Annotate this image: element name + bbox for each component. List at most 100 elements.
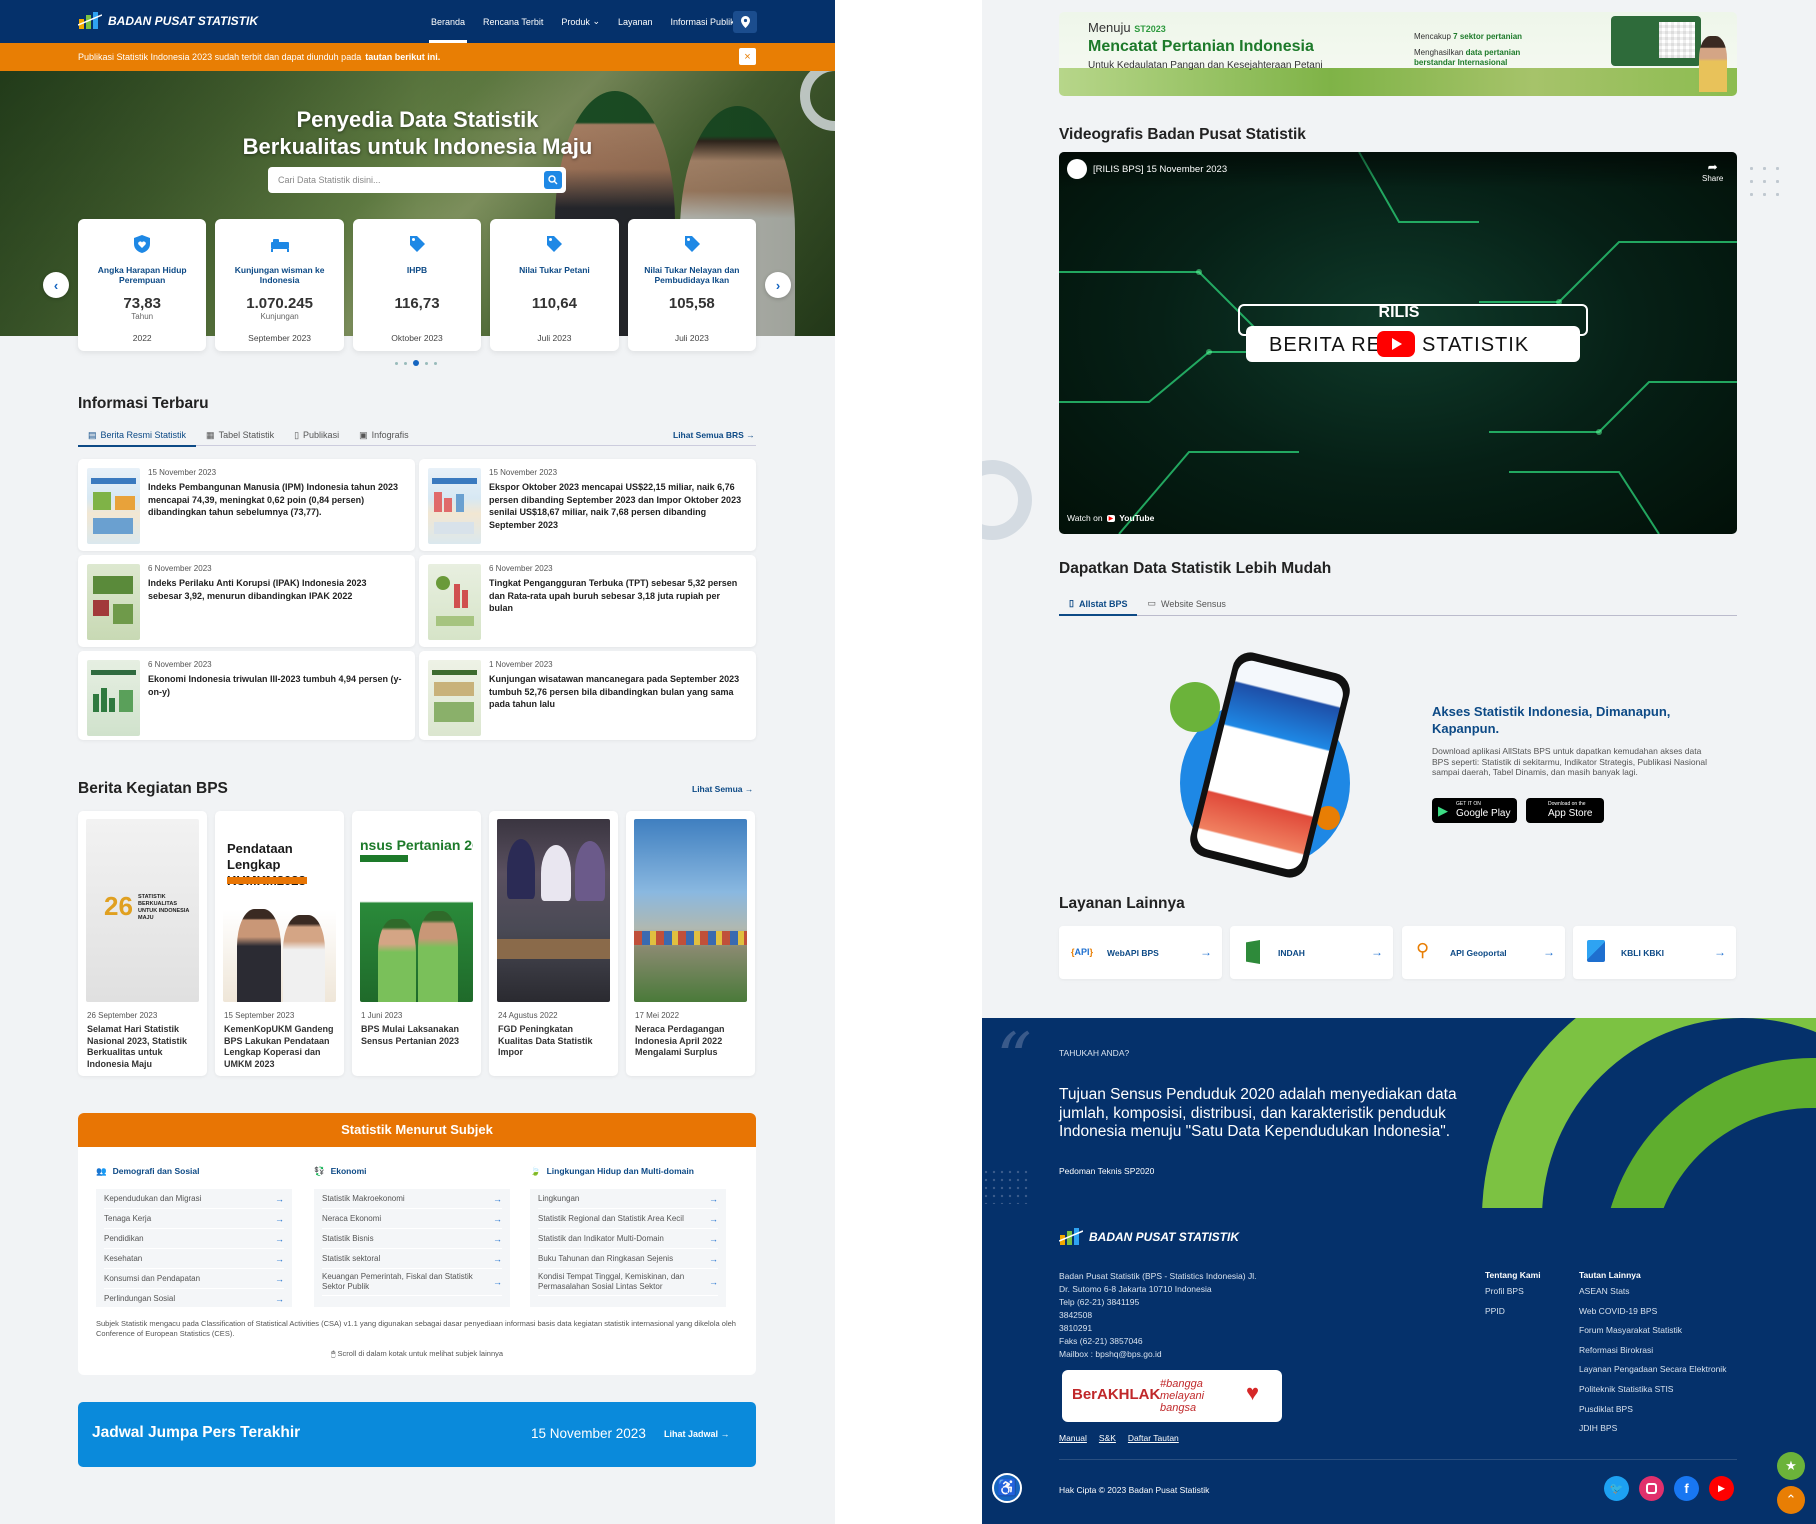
tab-allstat[interactable]: ▯ Allstat BPS <box>1059 592 1138 616</box>
news-card[interactable]: 15 November 2023 Indeks Pembangunan Manu… <box>78 459 415 551</box>
carousel-dot[interactable] <box>395 361 398 365</box>
footer-link[interactable]: Reformasi Birokrasi <box>1579 1341 1726 1361</box>
footer-link[interactable]: ASEAN Stats <box>1579 1282 1726 1302</box>
channel-avatar[interactable] <box>1067 159 1087 179</box>
daftar-tautan-link[interactable]: Daftar Tautan <box>1128 1433 1179 1443</box>
feedback-button[interactable]: ★ <box>1777 1452 1805 1480</box>
news-card[interactable]: 6 November 2023 Tingkat Pengangguran Ter… <box>419 555 756 647</box>
carousel-dot[interactable] <box>434 361 437 365</box>
youtube-play-button[interactable] <box>1377 331 1415 357</box>
indicator-title: Nilai Tukar Petani <box>519 265 590 275</box>
subjek-item[interactable]: Statistik Regional dan Statistik Area Ke… <box>538 1209 718 1229</box>
manual-link[interactable]: Manual <box>1059 1433 1087 1443</box>
subjek-item[interactable]: Buku Tahunan dan Ringkasan Sejenis → <box>538 1249 718 1269</box>
nav-produk[interactable]: Produk ⌄ <box>561 0 600 43</box>
footer-link[interactable]: Web COVID-19 BPS <box>1579 1302 1726 1322</box>
carousel-next-button[interactable]: › <box>765 272 791 298</box>
news-card[interactable]: 6 November 2023 Indeks Perilaku Anti Kor… <box>78 555 415 647</box>
indicator-card[interactable]: Nilai Tukar Petani 110,64 Juli 2023 <box>490 219 619 351</box>
kegiatan-card[interactable]: 24 Agustus 2022 FGD Peningkatan Kualitas… <box>489 811 618 1076</box>
accessibility-button[interactable]: ♿ <box>992 1473 1022 1503</box>
footer-link[interactable]: Layanan Pengadaan Secara Elektronik <box>1579 1360 1726 1380</box>
subjek-item[interactable]: Lingkungan → <box>538 1189 718 1209</box>
tab-tabel-statistik[interactable]: ▦ Tabel Statistik <box>196 424 284 446</box>
sensus-pertanian-banner[interactable]: Menuju ST2023 Mencatat Pertanian Indones… <box>1059 12 1737 96</box>
app-store-button[interactable]: Download on the App Store <box>1526 798 1604 823</box>
news-card[interactable]: 1 November 2023 Kunjungan wisatawan manc… <box>419 651 756 740</box>
tab-infografis[interactable]: ▣ Infografis <box>349 424 419 446</box>
kegiatan-card[interactable]: 17 Mei 2022 Neraca Perdagangan Indonesia… <box>626 811 755 1076</box>
subjek-item[interactable]: Kondisi Tempat Tinggal, Kemiskinan, dan … <box>538 1269 718 1296</box>
nav-rencana-terbit[interactable]: Rencana Terbit <box>483 0 543 43</box>
footer-link[interactable]: Forum Masyarakat Statistik <box>1579 1321 1726 1341</box>
tab-website-sensus[interactable]: ▭ Website Sensus <box>1137 592 1235 615</box>
watch-on-youtube[interactable]: Watch on ▶ YouTube <box>1067 513 1154 523</box>
subjek-item[interactable]: Pendidikan → <box>104 1229 284 1249</box>
footer-link[interactable]: PPID <box>1485 1302 1524 1322</box>
footer-logo[interactable]: BADAN PUSAT STATISTIK <box>1059 1227 1239 1247</box>
carousel-dot[interactable] <box>404 361 407 365</box>
subjek-item[interactable]: Neraca Ekonomi → <box>322 1209 502 1229</box>
indicator-card[interactable]: Kunjungan wisman ke Indonesia 1.070.245 … <box>215 219 344 351</box>
subjek-item[interactable]: Kependudukan dan Migrasi → <box>104 1189 284 1209</box>
banner-close-button[interactable]: × <box>739 48 756 65</box>
search-button[interactable] <box>544 171 562 189</box>
subjek-list[interactable]: Kependudukan dan Migrasi → Tenaga Kerja → … <box>96 1189 292 1307</box>
youtube-video-player[interactable]: [RILIS BPS] 15 November 2023 ➦ Share RILI… <box>1059 152 1737 534</box>
facebook-button[interactable]: f <box>1674 1476 1699 1501</box>
search-input[interactable]: Cari Data Statistik disini... <box>268 167 566 193</box>
subjek-item[interactable]: Statistik dan Indikator Multi-Domain → <box>538 1229 718 1249</box>
bps-logo[interactable]: BADAN PUSAT STATISTIK <box>78 11 258 31</box>
indicator-card[interactable]: Angka Harapan Hidup Perempuan 73,83 Tahu… <box>78 219 207 351</box>
twitter-button[interactable]: 🐦 <box>1604 1476 1629 1501</box>
scroll-top-button[interactable]: ⌃ <box>1777 1486 1805 1514</box>
nav-layanan[interactable]: Layanan <box>618 0 653 43</box>
subjek-item[interactable]: Perlindungan Sosial → <box>104 1289 284 1307</box>
carousel-prev-button[interactable]: ‹ <box>43 272 69 298</box>
layanan-indah[interactable]: INDAH → <box>1230 926 1393 979</box>
subjek-item[interactable]: Keuangan Pemerintah, Fiskal dan Statisti… <box>322 1269 502 1296</box>
tab-publikasi[interactable]: ▯ Publikasi <box>284 424 349 446</box>
instagram-button[interactable] <box>1639 1476 1664 1501</box>
share-button[interactable]: ➦ Share <box>1702 160 1723 183</box>
news-date: 15 November 2023 <box>148 468 217 477</box>
nav-beranda[interactable]: Beranda <box>428 0 468 43</box>
google-play-button[interactable]: ▶ GET IT ON Google Play <box>1432 798 1517 823</box>
subjek-column-title: Lingkungan Hidup dan Multi-domain <box>546 1166 694 1176</box>
jadwal-link[interactable]: Lihat Jadwal → <box>664 1429 730 1439</box>
carousel-dot[interactable] <box>425 361 428 365</box>
see-all-brs-link[interactable]: Lihat Semua BRS → <box>673 430 755 440</box>
subjek-list[interactable]: Statistik Makroekonomi → Neraca Ekonomi → … <box>314 1189 510 1307</box>
news-card[interactable]: 6 November 2023 Ekonomi Indonesia triwul… <box>78 651 415 740</box>
subjek-item[interactable]: Statistik sektoral → <box>322 1249 502 1269</box>
layanan-webapi[interactable]: {API} WebAPI BPS → <box>1059 926 1222 979</box>
subjek-item[interactable]: Tenaga Kerja → <box>104 1209 284 1229</box>
news-title: Indeks Perilaku Anti Korupsi (IPAK) Indo… <box>148 578 367 601</box>
kegiatan-card[interactable]: nsus Pertanian 2C 1 Juni 2023 BPS Mulai … <box>352 811 481 1076</box>
subjek-item[interactable]: Statistik Bisnis → <box>322 1229 502 1249</box>
location-button[interactable] <box>733 11 757 33</box>
sk-link[interactable]: S&K <box>1099 1433 1116 1443</box>
subjek-item[interactable]: Konsumsi dan Pendapatan → <box>104 1269 284 1289</box>
layanan-kbli[interactable]: KBLI KBKI → <box>1573 926 1736 979</box>
carousel-dot-active[interactable] <box>413 360 419 366</box>
layanan-api-geoportal[interactable]: ⚲ API Geoportal → <box>1402 926 1565 979</box>
indicator-card[interactable]: IHPB 116,73 Oktober 2023 <box>352 219 482 351</box>
subjek-item[interactable]: Statistik Makroekonomi → <box>322 1189 502 1209</box>
footer-link[interactable]: Profil BPS <box>1485 1282 1524 1302</box>
kegiatan-card[interactable]: 26 STATISTIK BERKUALITAS UNTUK INDONESIA… <box>78 811 207 1076</box>
kegiatan-card[interactable]: Pendataan Lengkap KUMKM2023 15 September… <box>215 811 344 1076</box>
footer-link[interactable]: JDIH BPS <box>1579 1419 1726 1439</box>
subjek-item[interactable]: Kesehatan → <box>104 1249 284 1269</box>
subjek-list[interactable]: Lingkungan → Statistik Regional dan Stati… <box>530 1189 726 1307</box>
footer-link[interactable]: Politeknik Statistika STIS <box>1579 1380 1726 1400</box>
tab-berita-resmi[interactable]: ▤ Berita Resmi Statistik <box>78 424 197 447</box>
youtube-button[interactable]: ▶ <box>1709 1476 1734 1501</box>
indicator-card[interactable]: Nilai Tukar Nelayan dan Pembudidaya Ikan… <box>627 219 757 351</box>
video-title[interactable]: [RILIS BPS] 15 November 2023 <box>1093 164 1227 175</box>
news-card[interactable]: 15 November 2023 Ekspor Oktober 2023 men… <box>419 459 756 551</box>
footer-link[interactable]: Pusdiklat BPS <box>1579 1400 1726 1420</box>
banner-link[interactable]: tautan berikut ini. <box>365 52 440 62</box>
see-all-kegiatan-link[interactable]: Lihat Semua → <box>692 784 753 794</box>
indicator-value: 1.070.245 <box>246 295 313 312</box>
